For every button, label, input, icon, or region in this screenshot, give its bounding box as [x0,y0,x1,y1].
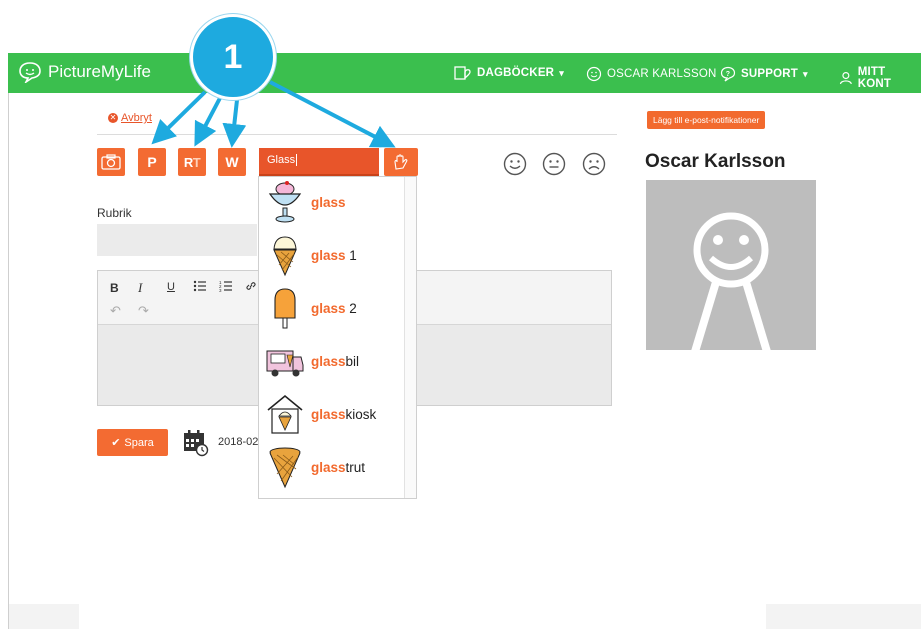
happy-face-icon[interactable] [503,152,527,176]
nav-diaries[interactable]: DAGBÖCKER ▾ [454,66,564,80]
footer-left [9,604,79,629]
nav-support[interactable]: ? SUPPORT ▾ [720,66,808,82]
close-circle-icon: ✕ [108,113,118,123]
brand[interactable]: PictureMyLife [18,61,151,83]
redo-icon[interactable]: ↷ [138,303,149,319]
ice-cream-truck-icon [266,350,304,377]
calendar-clock-icon[interactable] [183,429,209,457]
photo-button[interactable] [97,148,125,176]
rt-r-letter: R [183,154,193,170]
nav-diaries-label: DAGBÖCKER [477,67,555,79]
default-avatar-smiley-icon [691,212,771,350]
brand-name: PictureMyLife [48,62,151,81]
sign-language-button[interactable] [384,148,418,176]
top-navbar: PictureMyLife DAGBÖCKER ▾ OSCAR KARLSSON… [8,53,921,93]
arrow-to-w [222,99,247,148]
suggestion-word: glasskiosk [311,406,377,422]
suggestion-item[interactable]: glass [265,177,395,227]
pictogram-label: P [147,154,157,170]
nav-support-label: SUPPORT [741,68,798,80]
undo-icon[interactable]: ↶ [110,303,121,319]
arrow-to-p [151,90,207,145]
suggestion-word: glassbil [311,353,360,369]
rubrik-label: Rubrik [97,206,132,220]
svg-text:3: 3 [219,288,222,292]
suggestion-word: glass [311,194,346,210]
scrollbar[interactable] [404,177,416,498]
check-icon: ✔ [111,437,121,449]
widgit-label: W [225,154,239,170]
symbol-suggestions-dropdown: glass glass 1 glass 2 glassbil glasskios… [258,176,417,499]
user-icon [839,72,852,85]
suggestion-word: glasstrut [311,459,366,475]
nav-user[interactable]: OSCAR KARLSSON [586,66,717,82]
rt-button[interactable]: RT [178,148,206,176]
smiley-icon [586,66,602,82]
chevron-down-icon: ▾ [559,67,564,78]
ice-cream-sundae-icon [268,181,302,223]
profile-name: Oscar Karlsson [645,151,786,172]
suggestion-item[interactable]: glassbil [265,336,395,386]
bold-button[interactable]: B [110,281,119,295]
chevron-down-icon: ▾ [803,68,808,79]
avatar [646,180,816,350]
suggestion-word: glass 1 [311,247,357,263]
numbered-list-icon[interactable]: 1 2 3 [219,280,233,292]
divider [97,134,617,135]
speech-bubble-smiley-icon [19,62,41,83]
add-email-notifications-button[interactable]: Lägg till e-post-notifikationer [647,111,766,129]
suggestion-item[interactable]: glass 1 [265,230,395,280]
suggestion-item[interactable]: glass 2 [265,283,395,333]
suggestion-item[interactable]: glasskiosk [265,389,395,439]
underline-button[interactable]: U [167,281,175,293]
bullet-list-icon[interactable] [193,280,207,292]
cancel-label: Avbryt [121,112,152,124]
pictogram-button[interactable]: P [138,148,166,176]
hand-sign-icon [394,154,408,170]
annotation-callout: 1 [190,14,276,100]
nav-account[interactable]: MITT KONT [839,66,921,90]
help-bubble-icon: ? [720,66,736,82]
neutral-face-icon[interactable] [542,152,566,176]
arrow-to-rt [194,97,222,147]
popsicle-icon [274,288,296,329]
link-icon[interactable] [245,280,257,292]
footer-right [766,604,921,629]
sad-face-icon[interactable] [582,152,606,176]
suggestion-word: glass 2 [311,300,357,316]
ice-cream-cone-icon [273,236,297,277]
nav-user-label: OSCAR KARLSSON [607,68,717,80]
italic-button[interactable]: I [138,280,142,296]
widgit-button[interactable]: W [218,148,246,176]
symbol-search-value: Glass [267,154,296,166]
text-cursor [296,154,298,167]
cancel-link[interactable]: ✕ Avbryt [108,112,152,124]
camera-icon [101,154,121,170]
date-field[interactable]: 2018-02 [218,436,258,448]
diary-heart-icon [454,66,471,80]
svg-text:?: ? [726,71,730,78]
rubrik-input[interactable] [97,224,257,256]
ice-cream-kiosk-icon [267,394,303,434]
wafer-cone-icon [269,447,301,489]
suggestion-item[interactable]: glasstrut [265,442,395,492]
save-button[interactable]: ✔ Spara [97,429,168,456]
save-label: Spara [124,436,154,449]
symbol-search-input[interactable]: Glass [259,148,379,176]
rt-t-letter: T [192,154,201,170]
page-border [8,93,9,629]
nav-account-label: MITT KONT [857,66,892,90]
